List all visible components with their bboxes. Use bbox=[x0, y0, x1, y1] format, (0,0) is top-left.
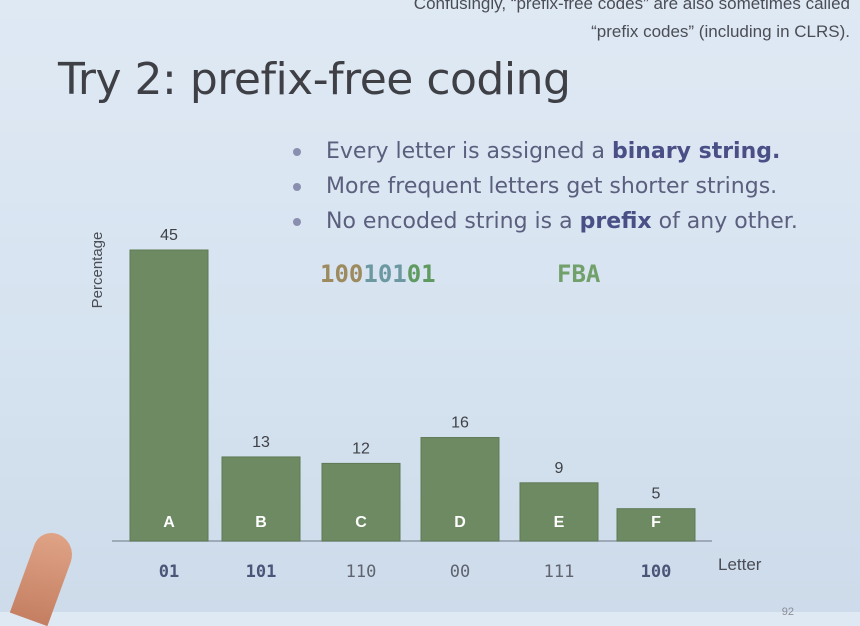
codeword-label: 111 bbox=[544, 562, 575, 582]
frequency-bar-chart: 45 A 01 13 B 101 12 C 110 16 D 00 9 E 111 5 F 100 Letter Pe… bbox=[89, 227, 762, 582]
bar-category-label: A bbox=[163, 514, 175, 531]
bar-value-label: 9 bbox=[555, 460, 564, 477]
bar-category-label: F bbox=[651, 514, 661, 531]
codeword-label: 100 bbox=[641, 562, 672, 582]
bar-value-label: 12 bbox=[352, 440, 370, 457]
codeword-label: 00 bbox=[450, 562, 470, 582]
bar bbox=[129, 249, 209, 542]
y-axis-label: Percentage bbox=[89, 232, 106, 309]
x-axis-label: Letter bbox=[718, 555, 762, 574]
bar bbox=[519, 482, 599, 542]
bar-value-label: 5 bbox=[652, 486, 661, 503]
bar-category-label: C bbox=[355, 514, 367, 531]
bar-category-label: E bbox=[554, 514, 565, 531]
bar-value-label: 45 bbox=[160, 227, 178, 244]
codeword-label: 101 bbox=[246, 562, 277, 582]
codeword-label: 110 bbox=[346, 562, 377, 582]
page-number: 92 bbox=[781, 606, 794, 618]
bar-category-label: D bbox=[454, 514, 466, 531]
bar-category-label: B bbox=[255, 514, 267, 531]
codeword-label: 01 bbox=[159, 562, 179, 582]
bar-value-label: 16 bbox=[451, 415, 469, 432]
bar-value-label: 13 bbox=[252, 434, 270, 451]
